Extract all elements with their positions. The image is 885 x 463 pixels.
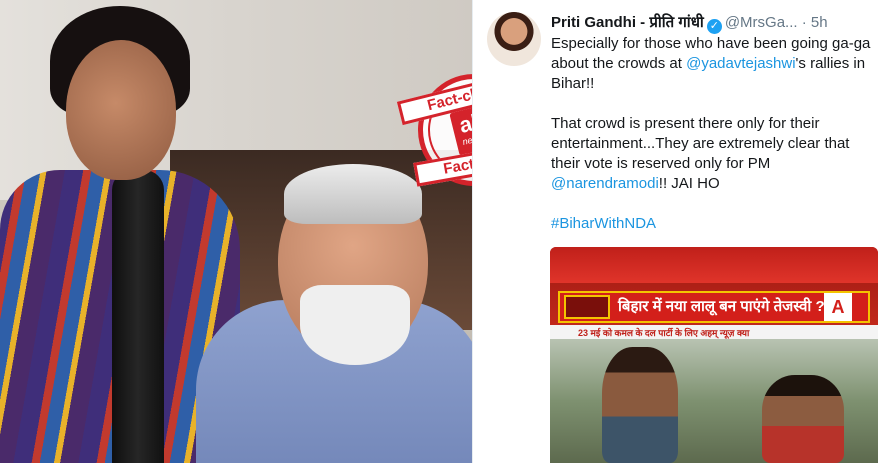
tweet-body: Especially for those who have been going…: [551, 34, 877, 254]
man-hair: [284, 164, 422, 224]
tweet-paragraph-1: Especially for those who have been going…: [551, 34, 877, 94]
tweet-paragraph-3: #BiharWithNDA: [551, 214, 877, 234]
photo-panel: [0, 0, 472, 463]
woman-scarf: [112, 170, 164, 463]
woman-face: [66, 40, 176, 180]
video-channel-badge: [564, 295, 610, 319]
abp-logo-icon: A: [824, 293, 852, 321]
mention-yadavtejashwi[interactable]: @yadavtejashwi: [686, 55, 795, 72]
video-headline: बिहार में नया लालू बन पाएंगे तेजस्वी ?: [618, 298, 825, 315]
tweet-header: Priti Gandhi - प्रीति गांधी ✓ @MrsGa... · …: [551, 12, 881, 34]
verified-badge-icon: ✓: [706, 19, 722, 34]
author-handle[interactable]: @MrsGa...: [725, 14, 798, 31]
hashtag-biharwithnda[interactable]: #BiharWithNDA: [551, 215, 656, 232]
embedded-video-thumbnail[interactable]: बिहार में नया लालू बन पाएंगे तेजस्वी ? A…: [550, 247, 878, 463]
video-person-left: [602, 347, 678, 463]
tweet-time[interactable]: · 5h: [802, 14, 828, 31]
video-person-right: [762, 375, 844, 463]
mention-narendramodi[interactable]: @narendramodi: [551, 175, 659, 192]
video-ticker-text: 23 मई को कमल के दल पार्टी के लिए अहम् न्…: [578, 328, 750, 338]
tweet-text-2b: !! JAI HO: [658, 175, 720, 192]
video-top-bar: [550, 247, 878, 283]
avatar[interactable]: [487, 12, 541, 66]
man-beard: [300, 285, 410, 365]
author-name[interactable]: Priti Gandhi - प्रीति गांधी: [551, 14, 704, 31]
tweet-text-2a: That crowd is present there only for the…: [551, 115, 850, 172]
tweet-paragraph-2: That crowd is present there only for the…: [551, 114, 877, 194]
